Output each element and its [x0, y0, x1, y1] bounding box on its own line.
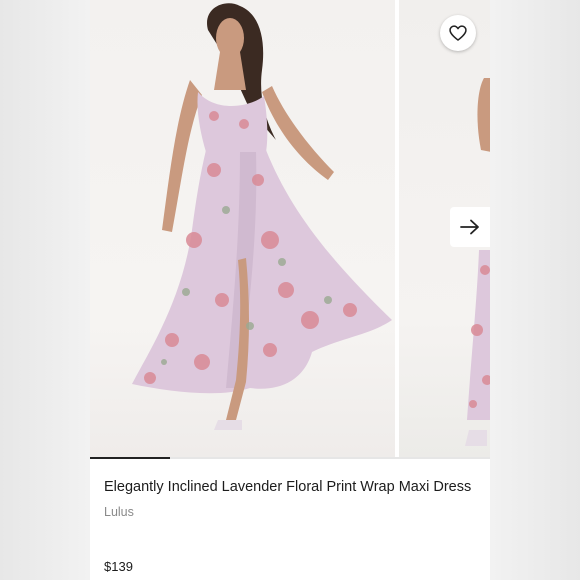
carousel-progress-track [90, 457, 490, 459]
carousel-progress-active [90, 457, 170, 459]
background-right-blur [490, 0, 580, 580]
arrow-right-icon [460, 219, 479, 235]
background-left-blur [0, 0, 90, 580]
carousel-slide-main[interactable] [90, 0, 395, 458]
favorite-button[interactable] [440, 15, 476, 51]
dress-photo [132, 3, 392, 430]
carousel-next-button[interactable] [450, 207, 490, 247]
listing-card: Elegantly Inclined Lavender Floral Print… [90, 0, 490, 580]
listing-title[interactable]: Elegantly Inclined Lavender Floral Print… [104, 478, 474, 497]
listing-brand[interactable]: Lulus [104, 505, 474, 519]
listing-price: $139 [104, 559, 133, 574]
image-carousel[interactable] [90, 0, 490, 458]
heart-outline-icon [449, 25, 467, 41]
listing-info: Elegantly Inclined Lavender Floral Print… [104, 478, 474, 519]
